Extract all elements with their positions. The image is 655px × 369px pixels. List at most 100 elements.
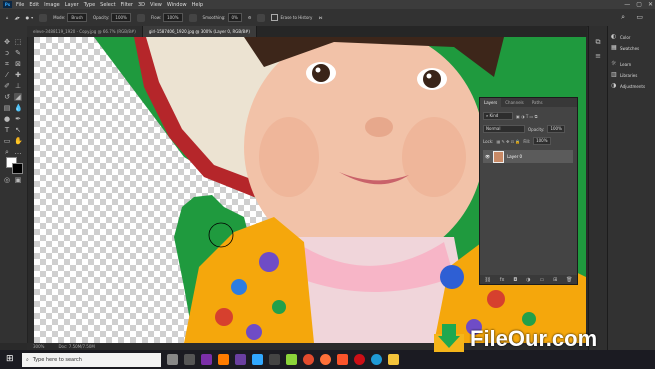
quick-select-tool-icon[interactable]: ✎	[14, 49, 22, 57]
opacity-field[interactable]: 100%	[111, 13, 131, 22]
tab-girl-1587406[interactable]: girl-1587406_1920.jpg @ 300% (Layer 0, R…	[142, 26, 257, 37]
zoom-tool-icon[interactable]: ⌕	[3, 148, 11, 156]
menu-3d[interactable]: 3D	[138, 2, 145, 8]
symmetry-icon[interactable]: ⋈	[318, 15, 322, 20]
brave-icon[interactable]	[337, 354, 348, 365]
windows-start-icon[interactable]: ⊞	[6, 354, 14, 364]
smoothing-field[interactable]: 0%	[227, 13, 242, 22]
menu-file[interactable]: File	[16, 2, 24, 8]
panel-color[interactable]: ◐ Color	[611, 34, 630, 40]
add-mask-icon[interactable]: ◘	[513, 277, 517, 283]
layer-name[interactable]: Layer 0	[507, 154, 522, 159]
opera-icon[interactable]	[354, 354, 365, 365]
fill-field[interactable]: 100%	[533, 137, 551, 145]
menu-select[interactable]: Select	[100, 2, 115, 8]
gradient-tool-icon[interactable]: ▤	[3, 104, 11, 112]
healing-tool-icon[interactable]: ✚	[14, 71, 22, 79]
minimize-button[interactable]: —	[624, 1, 630, 8]
delete-layer-icon[interactable]: 🗑	[566, 277, 572, 283]
tab-paths[interactable]: Paths	[528, 98, 547, 107]
layer-opacity-field[interactable]: 100%	[547, 125, 565, 133]
more-tools-icon[interactable]: …	[14, 148, 22, 156]
film-app-icon[interactable]	[184, 354, 195, 365]
visual-studio-icon[interactable]	[201, 354, 212, 365]
blend-mode-select[interactable]: Normal	[483, 125, 525, 133]
menu-image[interactable]: Image	[44, 2, 60, 8]
pen-tool-icon[interactable]: ✒	[14, 115, 22, 123]
blur-tool-icon[interactable]: 💧	[14, 104, 23, 112]
home-icon[interactable]: ⌂	[6, 15, 9, 20]
pressure-opacity-icon[interactable]	[136, 13, 145, 22]
group-icon[interactable]: ▭	[539, 277, 544, 283]
chrome-icon[interactable]	[303, 354, 314, 365]
eraser-tool-preset-icon[interactable]: ◢▾	[15, 15, 20, 20]
brush-settings-icon[interactable]	[39, 13, 48, 22]
frame-tool-icon[interactable]: ⊠	[14, 60, 22, 68]
maximize-button[interactable]: ▢	[636, 1, 642, 8]
new-layer-icon[interactable]: ⊞	[553, 277, 557, 283]
background-color-swatch[interactable]	[12, 163, 23, 174]
stamp-tool-icon[interactable]: ⊥	[14, 82, 22, 90]
firefox-icon[interactable]	[320, 354, 331, 365]
zoom-level[interactable]: 300%	[33, 344, 44, 349]
photoshop-taskbar-icon[interactable]	[252, 354, 263, 365]
properties-panel-icon[interactable]: ≡	[594, 52, 602, 60]
mode-select[interactable]: Brush	[67, 13, 87, 22]
premiere-icon[interactable]	[235, 354, 246, 365]
path-select-tool-icon[interactable]: ↖	[14, 126, 22, 134]
screen-mode-icon[interactable]: ▣	[14, 176, 22, 184]
history-brush-icon[interactable]: ↺	[3, 93, 11, 101]
marquee-tool-icon[interactable]: ⬚	[14, 38, 22, 46]
panel-swatches[interactable]: ▦ Swatches	[611, 45, 639, 51]
smoothing-gear-icon[interactable]: ⚙	[248, 15, 252, 20]
airbrush-icon[interactable]	[188, 13, 197, 22]
crop-tool-icon[interactable]: ⌗	[3, 60, 11, 68]
camtasia-recorder-icon[interactable]	[286, 354, 297, 365]
layer-row[interactable]: 👁 Layer 0	[483, 150, 573, 163]
layer-filter-kind[interactable]: ⌕ Kind	[483, 112, 513, 120]
fx-icon[interactable]: fx	[500, 277, 505, 283]
lasso-tool-icon[interactable]: ↄ	[3, 49, 11, 57]
camtasia-icon[interactable]	[269, 354, 280, 365]
menu-type[interactable]: Type	[84, 2, 95, 8]
history-panel-icon[interactable]: ⧉	[594, 38, 602, 46]
task-view-icon[interactable]	[167, 354, 178, 365]
workspace-icon[interactable]: ▭	[636, 13, 643, 21]
panel-learn[interactable]: ☼ Learn	[611, 61, 631, 67]
filter-icons[interactable]: ▣ ◑ T ▭ ⧉	[516, 114, 537, 119]
dodge-tool-icon[interactable]: ●	[3, 115, 11, 123]
menu-view[interactable]: View	[150, 2, 162, 8]
panel-adjustments[interactable]: ◑ Adjustments	[611, 83, 645, 89]
menu-help[interactable]: Help	[192, 2, 203, 8]
tab-channels[interactable]: Channels	[501, 98, 528, 107]
menu-edit[interactable]: Edit	[29, 2, 39, 8]
search-icon[interactable]: ⌕	[621, 13, 625, 22]
brush-size-picker[interactable]: ● ▾	[26, 15, 34, 20]
file-explorer-icon[interactable]	[388, 354, 399, 365]
shape-tool-icon[interactable]: ▭	[3, 137, 11, 145]
lock-icons[interactable]: ▦ ✎ ✥ ⊡ 🔒	[496, 139, 520, 144]
type-tool-icon[interactable]: T	[3, 126, 11, 134]
tab-eleve-copy[interactable]: eleve-3488119_1920 - Copy.jpg @ 66.7% (R…	[27, 26, 143, 37]
quick-mask-icon[interactable]: ◎	[3, 176, 11, 184]
eyedropper-tool-icon[interactable]: ⁄	[3, 71, 11, 79]
hand-tool-icon[interactable]: ✋	[14, 137, 23, 145]
menu-layer[interactable]: Layer	[65, 2, 79, 8]
erase-history-checkbox[interactable]	[271, 14, 279, 21]
adjustment-layer-icon[interactable]: ◑	[526, 277, 530, 283]
flow-field[interactable]: 100%	[163, 13, 183, 22]
pressure-size-icon[interactable]	[257, 13, 266, 22]
link-layers-icon[interactable]: ⛓	[484, 277, 490, 283]
panel-libraries[interactable]: ▥ Libraries	[611, 72, 637, 78]
brush-tool-icon[interactable]: ✐	[3, 82, 11, 90]
menu-window[interactable]: Window	[167, 2, 187, 8]
visibility-eye-icon[interactable]: 👁	[485, 154, 490, 159]
taskbar-search-box[interactable]: ⌕ Type here to search	[22, 352, 161, 367]
illustrator-icon[interactable]	[218, 354, 229, 365]
edge-icon[interactable]	[371, 354, 382, 365]
eraser-tool-icon[interactable]: ◢	[14, 93, 22, 101]
move-tool-icon[interactable]: ✥	[3, 38, 11, 46]
close-button[interactable]: ✕	[648, 1, 653, 8]
menu-filter[interactable]: Filter	[121, 2, 133, 8]
tab-layers[interactable]: Layers	[480, 98, 502, 107]
